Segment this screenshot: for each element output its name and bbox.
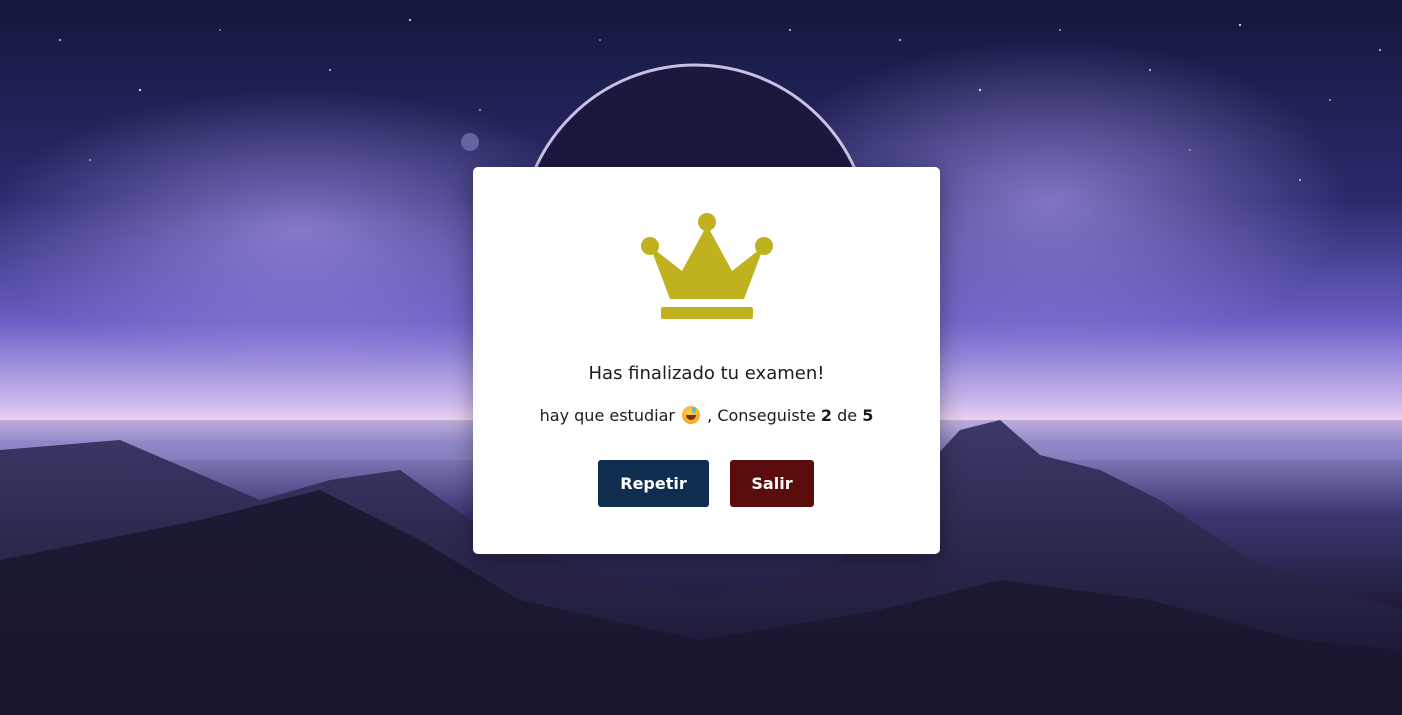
score-total: 5 <box>862 406 874 425</box>
grinning-sweat-emoji-icon <box>682 406 701 424</box>
score-obtained: 2 <box>820 406 833 425</box>
exit-button[interactable]: Salir <box>730 460 814 507</box>
crown-icon <box>641 213 773 319</box>
score-message-prefix: hay que estudiar <box>539 406 675 425</box>
repeat-button[interactable]: Repetir <box>598 460 709 507</box>
score-message-mid: , Conseguiste <box>707 406 816 425</box>
result-title: Has finalizado tu examen! <box>588 363 825 384</box>
background-scene: Has finalizado tu examen! hay que estudi… <box>0 0 1402 715</box>
score-message: hay que estudiar , Conseguiste 2 de 5 <box>473 406 940 425</box>
exam-result-dialog: Has finalizado tu examen! hay que estudi… <box>473 167 940 554</box>
score-connector: de <box>837 406 858 425</box>
